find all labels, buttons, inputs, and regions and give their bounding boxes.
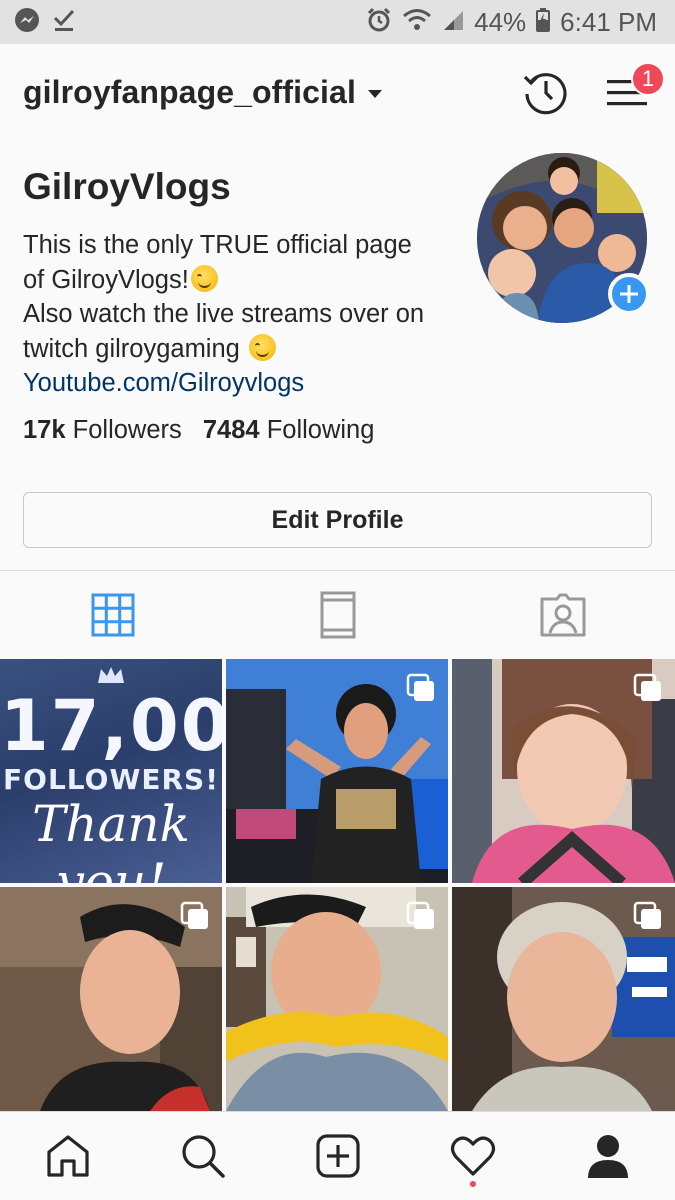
multiple-photos-icon	[406, 673, 434, 701]
edit-profile-button[interactable]: Edit Profile	[23, 492, 652, 548]
nav-new-post[interactable]	[270, 1112, 405, 1200]
promo-number: 17,000	[0, 685, 222, 767]
profile-tabs	[0, 571, 675, 659]
archive-button[interactable]	[519, 66, 571, 118]
post-grid: 17,000 FOLLOWERS! Thank you!	[0, 659, 675, 1111]
tab-grid[interactable]	[0, 571, 225, 659]
profile-section: GilroyVlogs This is the only TRUE offici…	[0, 150, 675, 470]
search-icon	[181, 1135, 225, 1178]
archive-history-icon	[523, 73, 567, 115]
battery-percent: 44%	[474, 6, 527, 37]
tab-tagged[interactable]	[450, 571, 675, 659]
clock: 6:41 PM	[560, 6, 657, 37]
battery-icon	[536, 7, 551, 37]
bio-line: This is the only TRUE official page	[23, 231, 412, 259]
following-label: Following	[266, 416, 375, 444]
account-switcher-caret-icon[interactable]	[367, 89, 382, 98]
heart-icon	[450, 1136, 495, 1176]
display-name: GilroyVlogs	[23, 166, 231, 207]
messenger-icon	[14, 7, 40, 38]
wifi-icon	[402, 8, 432, 37]
nav-home[interactable]	[0, 1112, 135, 1200]
following-stat[interactable]: 7484 Following	[203, 416, 375, 444]
profile-avatar[interactable]	[477, 153, 650, 323]
notification-badge: 1	[631, 62, 665, 96]
add-story-button[interactable]	[608, 273, 650, 315]
promo-subtitle: FOLLOWERS!	[3, 763, 219, 796]
multiple-photos-icon	[633, 901, 661, 929]
activity-notification-dot	[469, 1181, 476, 1187]
bio-line: twitch gilroygaming	[23, 334, 240, 363]
profile-header: gilroyfanpage_official 1	[0, 44, 675, 140]
followers-count: 17k	[23, 416, 66, 444]
download-done-icon	[52, 8, 76, 37]
smiling-emoji-icon	[248, 333, 276, 361]
crown-icon	[98, 667, 124, 683]
winking-emoji-icon	[190, 264, 218, 292]
multiple-photos-icon	[406, 901, 434, 929]
multiple-photos-icon	[180, 901, 208, 929]
followers-stat[interactable]: 17k Followers	[23, 416, 182, 444]
following-count: 7484	[202, 416, 260, 444]
tagged-icon	[540, 593, 585, 637]
bottom-navigation	[0, 1111, 675, 1200]
nav-activity[interactable]	[405, 1112, 540, 1200]
post-thumbnail[interactable]	[452, 887, 675, 1111]
bio: This is the only TRUE official page of G…	[23, 228, 453, 401]
account-username[interactable]: gilroyfanpage_official	[23, 74, 356, 111]
multiple-photos-icon	[633, 673, 661, 701]
post-thumbnail[interactable]	[226, 887, 448, 1111]
alarm-icon	[366, 7, 392, 38]
grid-icon	[91, 593, 134, 637]
nav-profile[interactable]	[540, 1112, 675, 1200]
status-bar: 44% 6:41 PM	[0, 0, 675, 44]
plus-icon	[620, 285, 638, 303]
profile-stats: 17k Followers 7484 Following	[23, 416, 374, 445]
person-icon	[587, 1135, 628, 1178]
bio-line: of GilroyVlogs!	[23, 265, 189, 294]
plus-square-icon	[315, 1134, 360, 1178]
post-thumbnail[interactable]: 17,000 FOLLOWERS! Thank you!	[0, 659, 222, 883]
bio-line: Also watch the live streams over on	[23, 300, 425, 328]
promo-thanks: Thank you!	[32, 795, 190, 883]
post-thumbnail[interactable]	[0, 887, 222, 1111]
post-thumbnail[interactable]	[226, 659, 448, 883]
options-menu-button[interactable]: 1	[601, 62, 665, 118]
signal-icon	[442, 9, 464, 36]
tab-feed[interactable]	[225, 571, 450, 659]
feed-icon	[320, 591, 355, 639]
nav-search[interactable]	[135, 1112, 270, 1200]
home-icon	[46, 1135, 89, 1177]
followers-label: Followers	[72, 416, 182, 444]
post-thumbnail[interactable]	[452, 659, 675, 883]
profile-website-link[interactable]: Youtube.com/Gilroyvlogs	[23, 366, 453, 401]
